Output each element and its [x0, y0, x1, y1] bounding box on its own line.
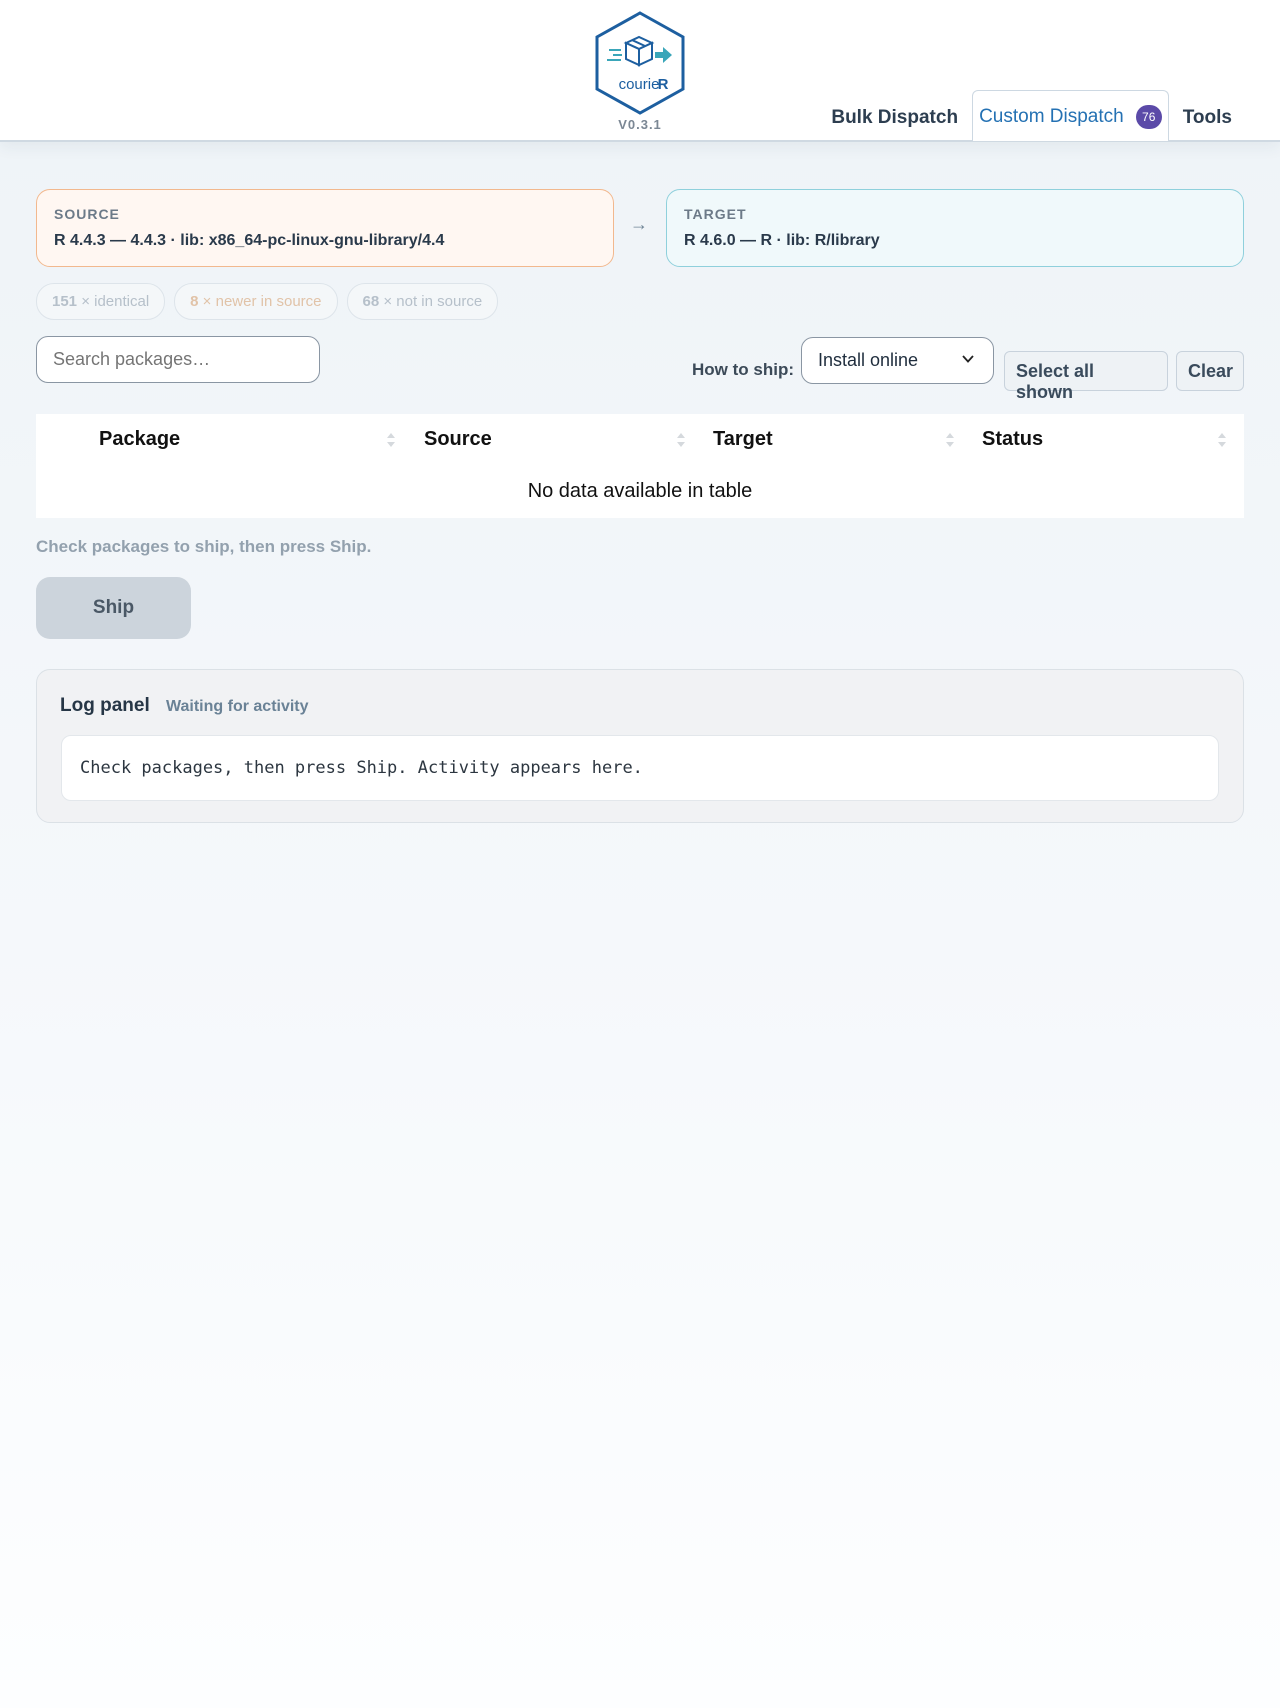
source-value: R 4.4.3 — 4.4.3 · lib: x86_64-pc-linux-g… — [54, 232, 445, 249]
column-header-package[interactable]: Package — [99, 428, 180, 451]
log-panel-status: Waiting for activity — [166, 698, 309, 715]
pill-text: × newer in source — [198, 293, 322, 310]
column-header-status[interactable]: Status — [982, 428, 1043, 451]
count-badge: 76 — [1135, 105, 1162, 129]
tab-tools[interactable]: Tools — [1171, 93, 1244, 141]
app-header: courie R V0.3.1 Bulk Dispatch Custom Dis… — [0, 0, 1280, 142]
app-version: V0.3.1 — [618, 117, 662, 132]
arrow-right-icon: → — [630, 214, 648, 234]
column-header-target[interactable]: Target — [713, 428, 773, 451]
source-label: SOURCE — [54, 206, 120, 222]
target-label: TARGET — [684, 206, 747, 222]
ship-hint: Check packages to ship, then press Ship. — [36, 537, 372, 556]
sort-icon[interactable] — [676, 428, 686, 450]
source-card: SOURCE R 4.4.3 — 4.4.3 · lib: x86_64-pc-… — [36, 189, 614, 267]
target-value: R 4.6.0 — R · lib: R/library — [684, 232, 880, 249]
ship-button[interactable]: Ship — [36, 577, 191, 639]
pill-count: 8 — [190, 293, 199, 310]
chevron-down-icon — [962, 355, 974, 363]
sort-icon[interactable] — [945, 428, 955, 450]
pill-text: × not in source — [379, 293, 483, 310]
pill-not-in-source[interactable]: 68 × not in source — [346, 283, 499, 320]
ship-method-value: Install online — [818, 350, 919, 370]
courier-logo: courie R — [593, 10, 687, 116]
search-input[interactable] — [36, 336, 320, 383]
tab-custom-dispatch[interactable]: Custom Dispatch 76 — [972, 90, 1169, 141]
table-empty-message: No data available in table — [527, 480, 753, 502]
sort-icon[interactable] — [1217, 428, 1227, 450]
pill-count: 68 — [362, 293, 380, 310]
svg-text:R: R — [658, 76, 669, 93]
pill-count: 151 — [52, 293, 78, 310]
main-nav: Bulk Dispatch Custom Dispatch 76 Tools — [819, 90, 1244, 141]
pill-text: × identical — [77, 293, 150, 310]
tab-label: Bulk Dispatch — [831, 107, 959, 128]
pill-newer-in-source[interactable]: 8 × newer in source — [174, 283, 338, 320]
pill-identical[interactable]: 151 × identical — [36, 283, 166, 320]
log-panel-title: Log panel — [60, 695, 150, 716]
column-header-source[interactable]: Source — [424, 428, 492, 451]
ship-method-label: How to ship: — [692, 360, 794, 379]
target-card: TARGET R 4.6.0 — R · lib: R/library — [666, 189, 1244, 267]
status-pills: 151 × identical 8 × newer in source 68 ×… — [36, 283, 499, 320]
log-panel: Log panel Waiting for activity Check pac… — [36, 669, 1244, 823]
svg-text:courie: courie — [619, 76, 660, 93]
sort-icon[interactable] — [386, 428, 396, 450]
log-output: Check packages, then press Ship. Activit… — [61, 735, 1219, 801]
clear-button[interactable]: Clear — [1176, 351, 1244, 391]
packages-table: Package Source Target Status No data ava… — [36, 414, 1244, 518]
tab-label: Custom Dispatch — [979, 106, 1124, 127]
ship-method-select[interactable]: Install online — [801, 337, 994, 384]
select-all-shown-button[interactable]: Select all shown — [1004, 351, 1168, 402]
tab-bulk-dispatch[interactable]: Bulk Dispatch — [819, 93, 970, 141]
tab-label: Tools — [1182, 107, 1232, 128]
